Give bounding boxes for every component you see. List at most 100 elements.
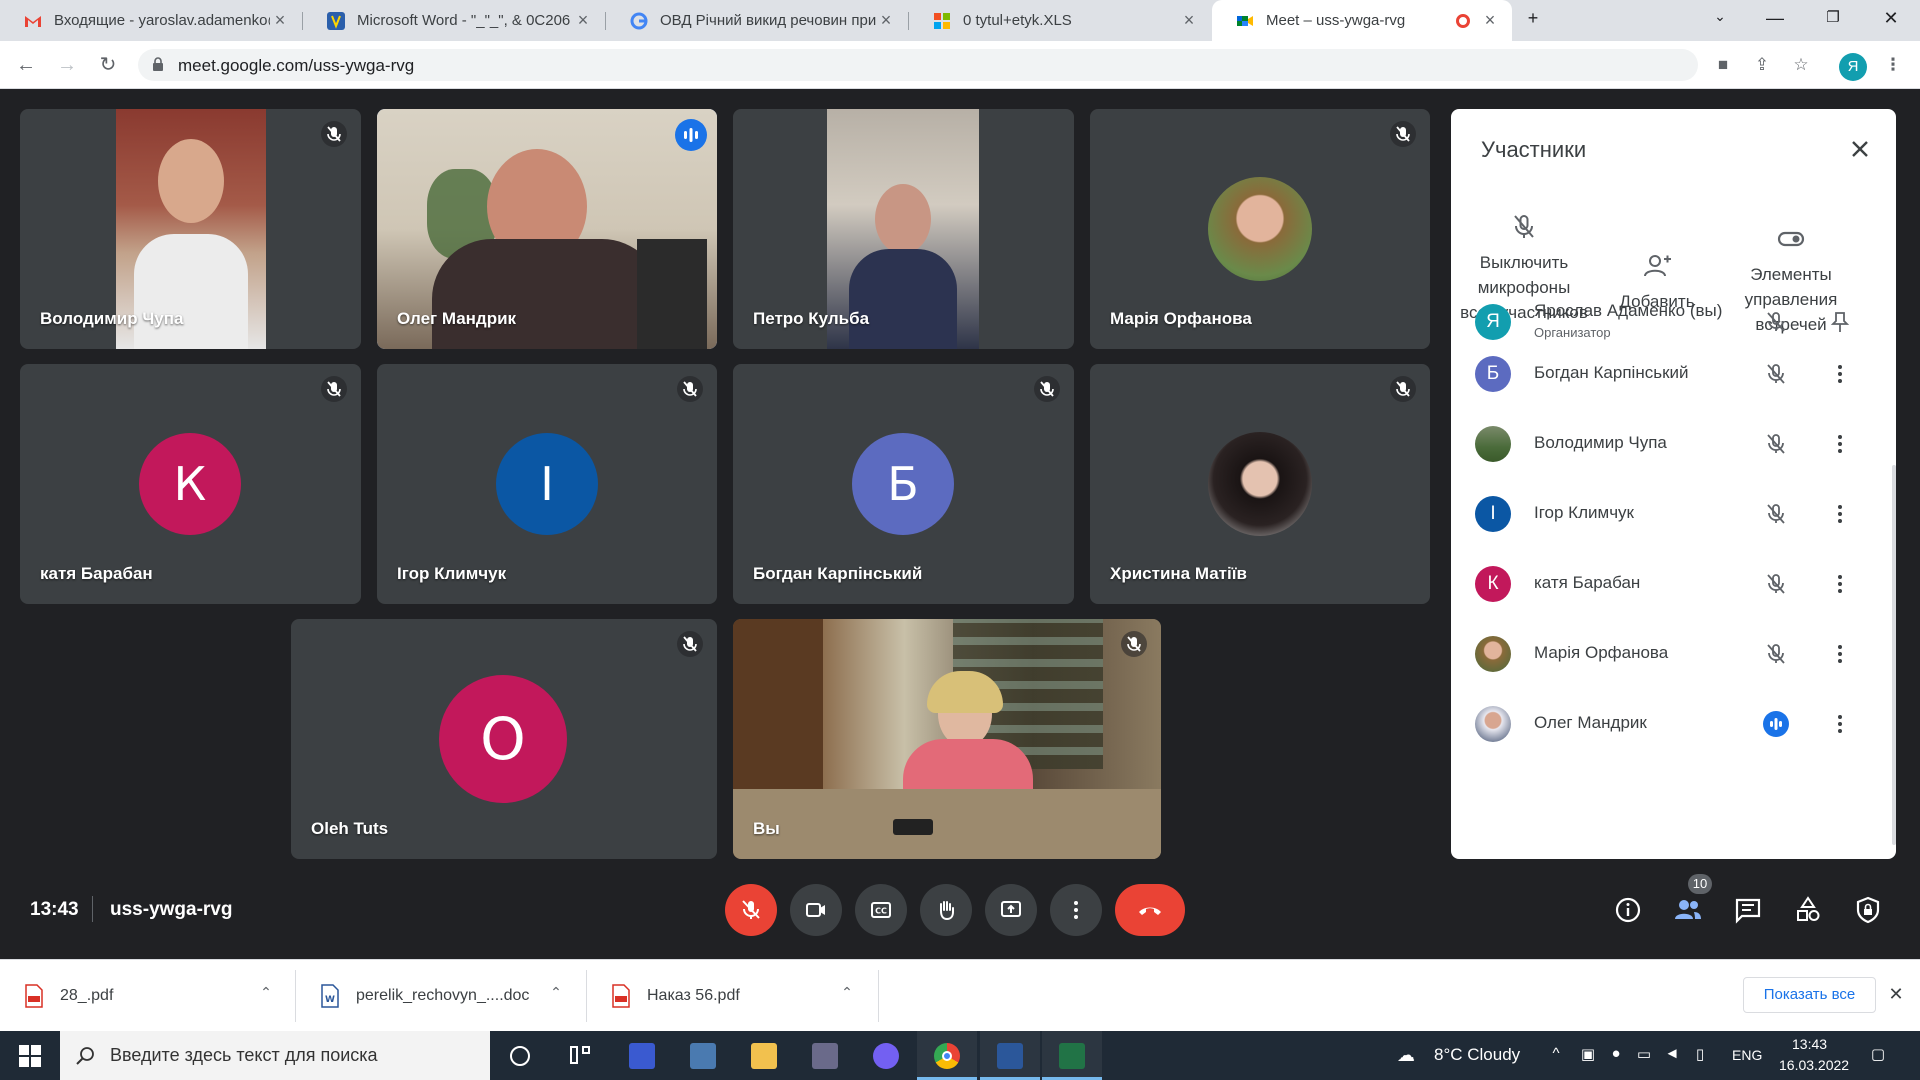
participant-name: Марія Орфанова xyxy=(1110,309,1252,328)
bookmark-star-icon[interactable]: ☆ xyxy=(1790,55,1812,77)
more-options-button[interactable] xyxy=(1050,884,1102,936)
download-item[interactable]: W perelik_rechovyn_....doc ⌃ xyxy=(296,960,586,1032)
participant-tile[interactable]: O Oleh Tuts xyxy=(291,619,717,859)
add-person-icon xyxy=(1644,255,1671,277)
cortana-icon[interactable] xyxy=(490,1031,550,1080)
tray-app-icon[interactable]: ▣ xyxy=(1578,1045,1598,1065)
reload-icon[interactable]: ↻ xyxy=(96,53,120,77)
mic-off-icon xyxy=(1763,309,1789,335)
download-item[interactable]: 28_.pdf ⌃ xyxy=(0,960,295,1032)
tab-gmail[interactable]: Входящие - yaroslav.adamenko@ × xyxy=(0,0,302,41)
participant-row[interactable]: Олег Мандрик xyxy=(1451,689,1896,759)
share-icon[interactable]: ⇪ xyxy=(1751,55,1773,77)
new-tab-button[interactable]: + xyxy=(1518,8,1548,32)
calculator-icon[interactable] xyxy=(673,1031,733,1080)
word-icon[interactable] xyxy=(980,1031,1040,1080)
participant-row[interactable]: І Ігор Климчук xyxy=(1451,479,1896,549)
people-icon[interactable] xyxy=(1673,895,1703,925)
tab-meet[interactable]: Meet – uss-ywga-rvg × xyxy=(1212,0,1512,41)
camera-toggle-button[interactable] xyxy=(790,884,842,936)
url-field[interactable]: meet.google.com/uss-ywga-rvg xyxy=(138,49,1698,81)
profile-avatar[interactable]: Я xyxy=(1839,53,1867,81)
panel-scrollbar[interactable] xyxy=(1892,465,1896,845)
participant-tile[interactable]: Марія Орфанова xyxy=(1090,109,1430,349)
tab-word[interactable]: Microsoft Word - "_"_", & 0C206 × xyxy=(303,0,605,41)
search-icon xyxy=(76,1047,94,1065)
chevron-up-icon[interactable]: ⌃ xyxy=(837,984,857,1004)
taskbar-time[interactable]: 13:43 xyxy=(1792,1036,1827,1052)
self-view-tile[interactable]: Вы xyxy=(733,619,1161,859)
end-call-button[interactable] xyxy=(1115,884,1185,936)
chevron-up-icon[interactable]: ⌃ xyxy=(256,984,276,1004)
more-vert-icon[interactable] xyxy=(1827,641,1853,667)
video-feed xyxy=(733,619,1161,859)
network-icon[interactable]: ▭ xyxy=(1634,1045,1654,1065)
taskbar-date[interactable]: 16.03.2022 xyxy=(1779,1057,1849,1073)
participant-tile[interactable]: К катя Барабан xyxy=(20,364,361,604)
participant-row[interactable]: Володимир Чупа xyxy=(1451,409,1896,479)
tab-google-search[interactable]: ОВД Річний викид речовин при × xyxy=(606,0,908,41)
task-view-icon[interactable] xyxy=(550,1031,610,1080)
captions-button[interactable]: CC xyxy=(855,884,907,936)
participant-row[interactable]: Марія Орфанова xyxy=(1451,619,1896,689)
minimize-button[interactable]: — xyxy=(1760,8,1790,32)
present-screen-button[interactable] xyxy=(985,884,1037,936)
participant-tile[interactable]: Володимир Чупа xyxy=(20,109,361,349)
activities-icon[interactable] xyxy=(1793,895,1823,925)
back-arrow-icon[interactable]: ← xyxy=(14,53,38,77)
start-button[interactable] xyxy=(0,1031,60,1080)
participant-tile[interactable]: Петро Кульба xyxy=(733,109,1074,349)
forward-arrow-icon[interactable]: → xyxy=(55,53,79,77)
tab-xls[interactable]: 0 tytul+etyk.XLS × xyxy=(909,0,1211,41)
search-placeholder: Введите здесь текст для поиска xyxy=(110,1045,378,1065)
meeting-details-icon[interactable] xyxy=(1613,895,1643,925)
mic-off-icon xyxy=(1514,215,1534,238)
close-icon[interactable]: ✕ xyxy=(1886,984,1906,1004)
weather-text[interactable]: 8°C Cloudy xyxy=(1434,1045,1520,1065)
download-item[interactable]: Наказ 56.pdf ⌃ xyxy=(587,960,878,1032)
menu-dots-icon[interactable]: ⋮ xyxy=(1882,55,1904,77)
microphone-icon[interactable]: ● xyxy=(1606,1045,1626,1065)
participant-row[interactable]: Б Богдан Карпінський xyxy=(1451,339,1896,409)
more-vert-icon[interactable] xyxy=(1827,571,1853,597)
mic-toggle-button[interactable] xyxy=(725,884,777,936)
participant-tile-active-speaker[interactable]: Олег Мандрик xyxy=(377,109,717,349)
restore-button[interactable]: ❐ xyxy=(1818,8,1848,32)
input-language[interactable]: ENG xyxy=(1732,1047,1762,1063)
tab-title: 0 tytul+etyk.XLS xyxy=(963,12,1072,29)
show-all-downloads-button[interactable]: Показать все xyxy=(1743,977,1876,1013)
close-icon[interactable]: × xyxy=(1480,10,1500,31)
close-icon[interactable] xyxy=(1846,135,1874,163)
more-vert-icon[interactable] xyxy=(1827,431,1853,457)
save-app-icon[interactable] xyxy=(612,1031,672,1080)
chrome-icon[interactable] xyxy=(917,1031,977,1080)
close-icon[interactable]: × xyxy=(270,10,290,31)
close-icon[interactable]: × xyxy=(573,10,593,31)
file-explorer-icon[interactable] xyxy=(734,1031,794,1080)
close-icon[interactable]: × xyxy=(1179,10,1199,31)
host-controls-shield-icon[interactable] xyxy=(1853,895,1883,925)
notifications-icon[interactable]: ▢ xyxy=(1868,1045,1888,1065)
tab-search-icon[interactable]: ⌄ xyxy=(1705,8,1735,32)
chevron-up-icon[interactable]: ⌃ xyxy=(546,984,566,1004)
battery-icon[interactable]: ▯ xyxy=(1690,1045,1710,1065)
volume-icon[interactable]: ◄ xyxy=(1662,1045,1682,1065)
taskbar-search-box[interactable]: Введите здесь текст для поиска xyxy=(60,1031,490,1080)
window-close-button[interactable]: ✕ xyxy=(1876,8,1906,32)
participant-tile[interactable]: Б Богдан Карпінський xyxy=(733,364,1074,604)
chevron-up-icon[interactable]: ^ xyxy=(1546,1045,1566,1065)
participant-tile[interactable]: Христина Матіїв xyxy=(1090,364,1430,604)
app-icon[interactable] xyxy=(795,1031,855,1080)
viber-icon[interactable] xyxy=(856,1031,916,1080)
raise-hand-button[interactable] xyxy=(920,884,972,936)
chat-icon[interactable] xyxy=(1733,895,1763,925)
participant-tile[interactable]: І Ігор Климчук xyxy=(377,364,717,604)
camera-icon[interactable]: ■ xyxy=(1712,55,1734,77)
more-vert-icon[interactable] xyxy=(1827,361,1853,387)
excel-icon[interactable] xyxy=(1042,1031,1102,1080)
participant-row[interactable]: К катя Барабан xyxy=(1451,549,1896,619)
close-icon[interactable]: × xyxy=(876,10,896,31)
more-vert-icon[interactable] xyxy=(1827,711,1853,737)
more-vert-icon[interactable] xyxy=(1827,501,1853,527)
pin-icon[interactable] xyxy=(1827,309,1853,335)
